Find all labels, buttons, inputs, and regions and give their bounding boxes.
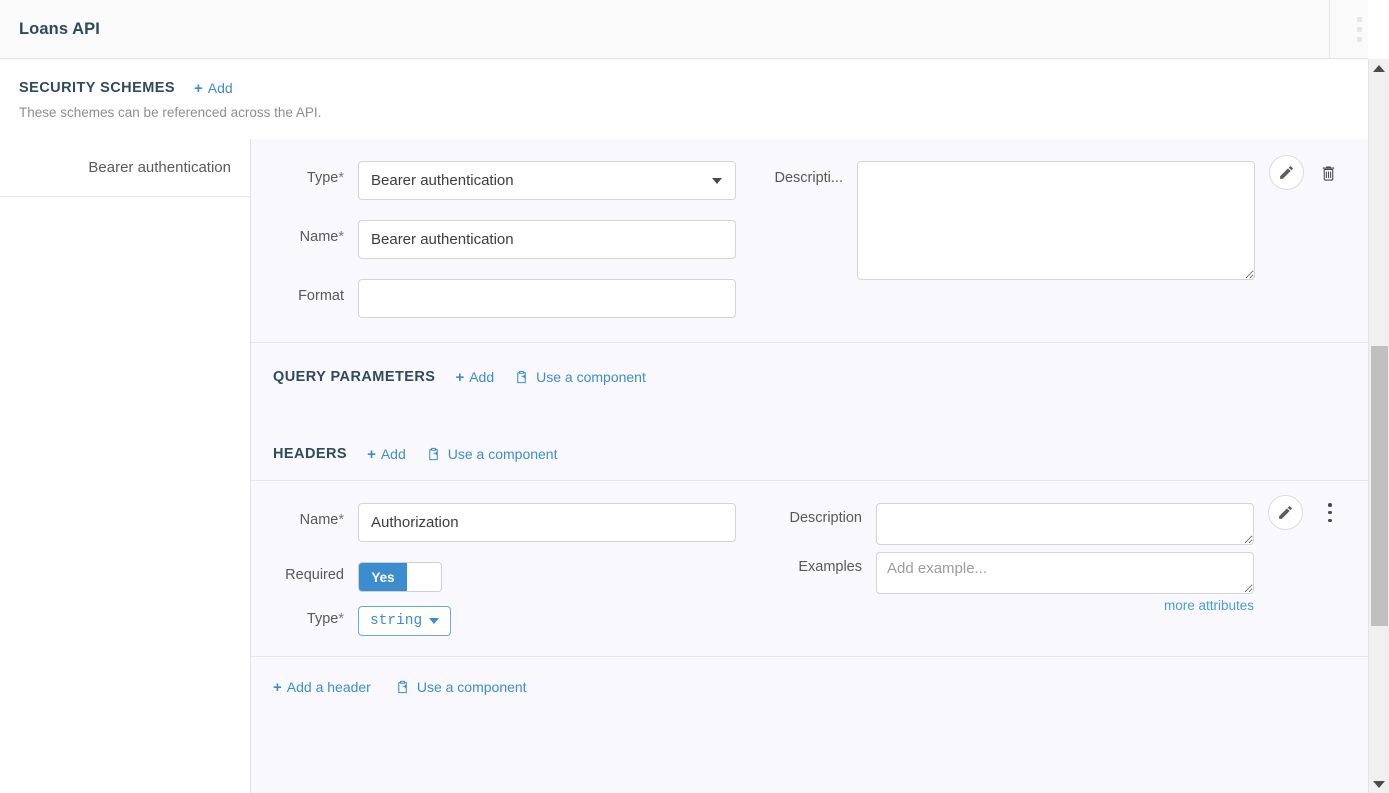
add-header-label-top: Add — [380, 446, 406, 462]
headers-use-component-label: Use a component — [447, 446, 558, 462]
add-security-scheme-button[interactable]: + Add — [194, 80, 233, 96]
plus-icon: + — [273, 678, 282, 696]
footer-use-component-button[interactable]: Use a component — [395, 679, 527, 695]
header-item-form: Name* Required Yes — [251, 480, 1368, 657]
schemes-body: Bearer authentication Type* Bearer authe… — [0, 139, 1368, 793]
header-item-menu-button[interactable] — [1323, 503, 1337, 522]
kebab-vertical-icon[interactable] — [1352, 17, 1367, 42]
edit-scheme-button[interactable] — [1269, 155, 1304, 190]
api-designer-window: Loans API SECURITY SCHEMES + Add These s… — [0, 0, 1389, 793]
vertical-scrollbar[interactable] — [1368, 59, 1389, 793]
name-label: Name* — [299, 229, 344, 245]
security-schemes-title: SECURITY SCHEMES — [19, 80, 175, 96]
scroll-down-button[interactable] — [1369, 775, 1389, 793]
name-field-row: Name* — [251, 220, 758, 259]
scheme-description-textarea[interactable] — [857, 161, 1255, 280]
add-query-parameter-button[interactable]: + Add — [455, 369, 494, 385]
header-required-label: Required — [285, 567, 344, 583]
header-name-label: Name* — [299, 512, 344, 528]
security-schemes-description: These schemes can be referenced across t… — [19, 105, 322, 120]
triangle-down-icon — [1373, 780, 1385, 788]
format-label: Format — [298, 288, 344, 304]
security-scheme-form: Type* Bearer authentication Name* Bearer… — [251, 139, 1368, 342]
plus-icon: + — [367, 445, 376, 463]
header-description-textarea[interactable] — [876, 503, 1254, 545]
header-name-row: Name* — [251, 503, 758, 542]
headers-footer-links: + Add a header Use a component — [251, 657, 1368, 695]
header-required-toggle-off — [407, 563, 441, 591]
scheme-item-label: Bearer authentication — [88, 159, 231, 176]
type-field-row: Type* Bearer authentication — [251, 161, 758, 200]
header-required-toggle[interactable]: Yes — [358, 562, 442, 592]
list-item[interactable]: Bearer authentication — [0, 139, 250, 197]
add-security-scheme-label: Add — [207, 80, 233, 96]
headers-use-component-button[interactable]: Use a component — [426, 446, 558, 462]
format-field-row: Format — [251, 279, 758, 318]
add-a-header-label: Add a header — [286, 679, 371, 695]
add-query-parameter-label: Add — [469, 369, 495, 385]
scheme-description-label: Descripti... — [774, 170, 844, 186]
header-type-select[interactable]: string — [358, 606, 452, 636]
header-type-value: string — [370, 613, 423, 629]
header-type-label: Type* — [306, 611, 344, 627]
scheme-detail-panel: Type* Bearer authentication Name* Bearer… — [251, 139, 1368, 793]
plus-icon: + — [194, 79, 203, 97]
format-input[interactable] — [358, 279, 736, 318]
header-name-input[interactable] — [358, 503, 736, 542]
headers-title: HEADERS — [273, 446, 348, 462]
scrollbar-thumb[interactable] — [1371, 346, 1388, 626]
edit-header-button[interactable] — [1268, 495, 1303, 530]
clipboard-paste-icon — [426, 446, 441, 462]
scroll-up-button[interactable] — [1369, 59, 1389, 77]
query-parameters-use-component-label: Use a component — [536, 369, 646, 385]
window-titlebar: Loans API — [0, 0, 1368, 59]
content-area: SECURITY SCHEMES + Add These schemes can… — [0, 59, 1368, 793]
type-select[interactable]: Bearer authentication — [358, 161, 736, 200]
triangle-up-icon — [1373, 64, 1385, 72]
clipboard-paste-icon — [395, 679, 410, 695]
more-attributes-link[interactable]: more attributes — [758, 598, 1254, 613]
add-a-header-button[interactable]: + Add a header — [273, 679, 371, 695]
header-type-row: Type* string — [251, 606, 758, 636]
query-parameters-section: QUERY PARAMETERS + Add Use a component — [251, 343, 1368, 385]
clipboard-paste-icon — [514, 369, 529, 385]
header-examples-label: Examples — [798, 559, 862, 575]
add-header-button-top[interactable]: + Add — [367, 446, 406, 462]
header-examples-textarea[interactable] — [876, 552, 1254, 594]
header-item-actions — [1268, 495, 1337, 530]
delete-scheme-button[interactable] — [1320, 164, 1337, 182]
query-parameters-title: QUERY PARAMETERS — [273, 369, 436, 385]
header-required-toggle-value: Yes — [359, 563, 407, 591]
headers-section: HEADERS + Add Use a component — [251, 385, 1368, 462]
security-schemes-header: SECURITY SCHEMES + Add These schemes can… — [0, 59, 1368, 120]
security-scheme-list: Bearer authentication — [0, 139, 251, 793]
type-select-value: Bearer authentication — [371, 172, 514, 189]
name-input[interactable] — [358, 220, 736, 259]
chevron-down-icon — [712, 177, 722, 184]
scheme-actions — [1269, 155, 1337, 190]
header-required-row: Required Yes — [251, 562, 758, 592]
footer-use-component-label: Use a component — [416, 679, 527, 695]
titlebar-divider — [1329, 0, 1330, 58]
page-title: Loans API — [19, 19, 100, 38]
plus-icon: + — [455, 368, 465, 386]
query-parameters-use-component-button[interactable]: Use a component — [514, 369, 646, 385]
header-examples-row: Examples — [758, 552, 1368, 594]
header-description-label: Description — [789, 510, 862, 526]
chevron-down-icon — [429, 618, 440, 624]
type-label: Type* — [306, 170, 344, 186]
